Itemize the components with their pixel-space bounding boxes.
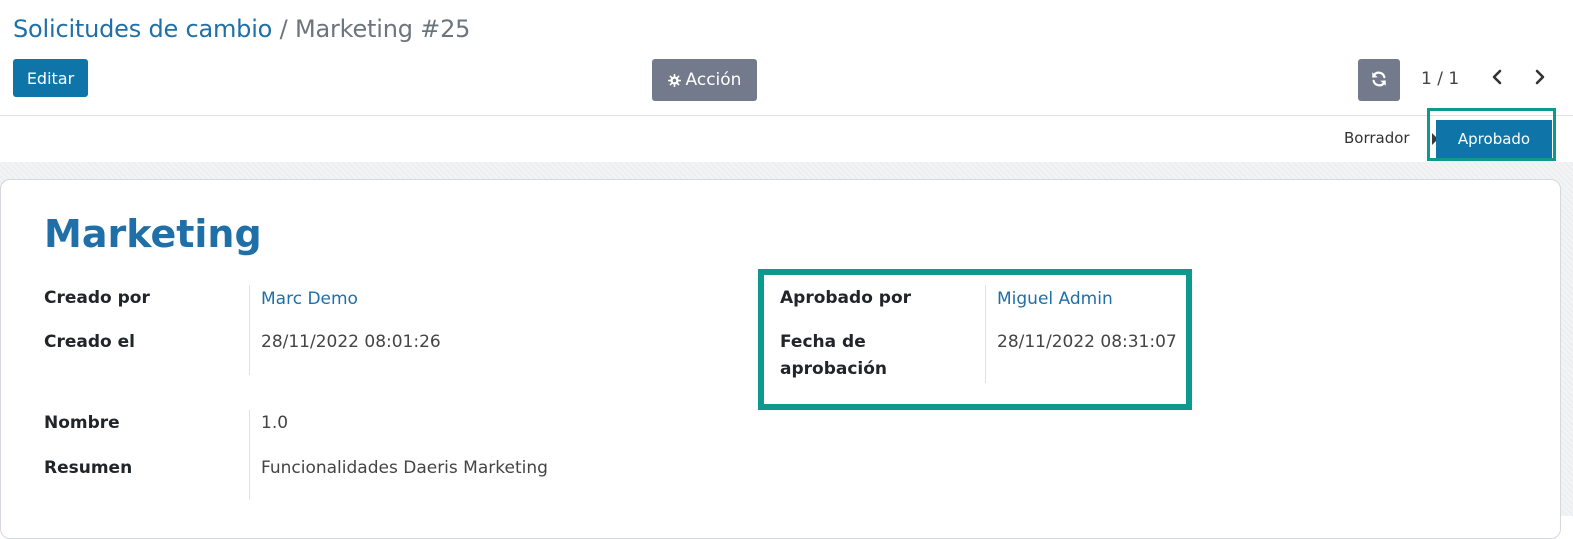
statusbar: Borrador Aprobado xyxy=(0,115,1573,163)
gear-icon xyxy=(667,73,681,87)
approved-by-link[interactable]: Miguel Admin xyxy=(997,286,1113,313)
breadcrumb: Solicitudes de cambio / Marketing #25 xyxy=(13,12,470,46)
stage-draft[interactable]: Borrador xyxy=(1344,127,1410,149)
approved-by-label: Aprobado por xyxy=(780,288,912,308)
created-on-value: 28/11/2022 08:01:26 xyxy=(261,332,441,352)
created-by-link[interactable]: Marc Demo xyxy=(261,286,358,313)
pager-previous-button[interactable] xyxy=(1484,66,1510,92)
chevron-right-icon xyxy=(1533,69,1547,89)
approval-date-value: 28/11/2022 08:31:07 xyxy=(997,332,1177,352)
action-button[interactable]: Acción xyxy=(652,59,757,101)
breadcrumb-parent-link[interactable]: Solicitudes de cambio xyxy=(13,15,272,43)
refresh-icon xyxy=(1370,70,1388,91)
summary-value: Funcionalidades Daeris Marketing xyxy=(261,458,548,478)
breadcrumb-current: Marketing #25 xyxy=(294,15,471,43)
name-label: Nombre xyxy=(44,413,120,433)
refresh-button[interactable] xyxy=(1358,59,1400,101)
record-title: Marketing xyxy=(44,212,262,256)
created-by-label: Creado por xyxy=(44,288,150,308)
approval-date-label-line1: Fecha de xyxy=(780,332,866,352)
chevron-left-icon xyxy=(1490,69,1504,89)
field-divider xyxy=(249,285,250,375)
control-panel: Solicitudes de cambio / Marketing #25 Ed… xyxy=(0,0,1573,115)
summary-label: Resumen xyxy=(44,458,133,478)
stage-approved-active[interactable]: Aprobado xyxy=(1436,120,1552,158)
edit-button[interactable]: Editar xyxy=(13,59,88,97)
action-button-label: Acción xyxy=(685,70,742,90)
name-value: 1.0 xyxy=(261,413,289,433)
pager-value[interactable]: 1 / 1 xyxy=(1421,66,1459,92)
field-divider xyxy=(249,410,250,500)
pager-next-button[interactable] xyxy=(1527,66,1553,92)
field-divider xyxy=(985,285,986,383)
approval-date-label-line2: aprobación xyxy=(780,359,888,379)
created-on-label: Creado el xyxy=(44,332,135,352)
breadcrumb-separator: / xyxy=(279,15,288,43)
